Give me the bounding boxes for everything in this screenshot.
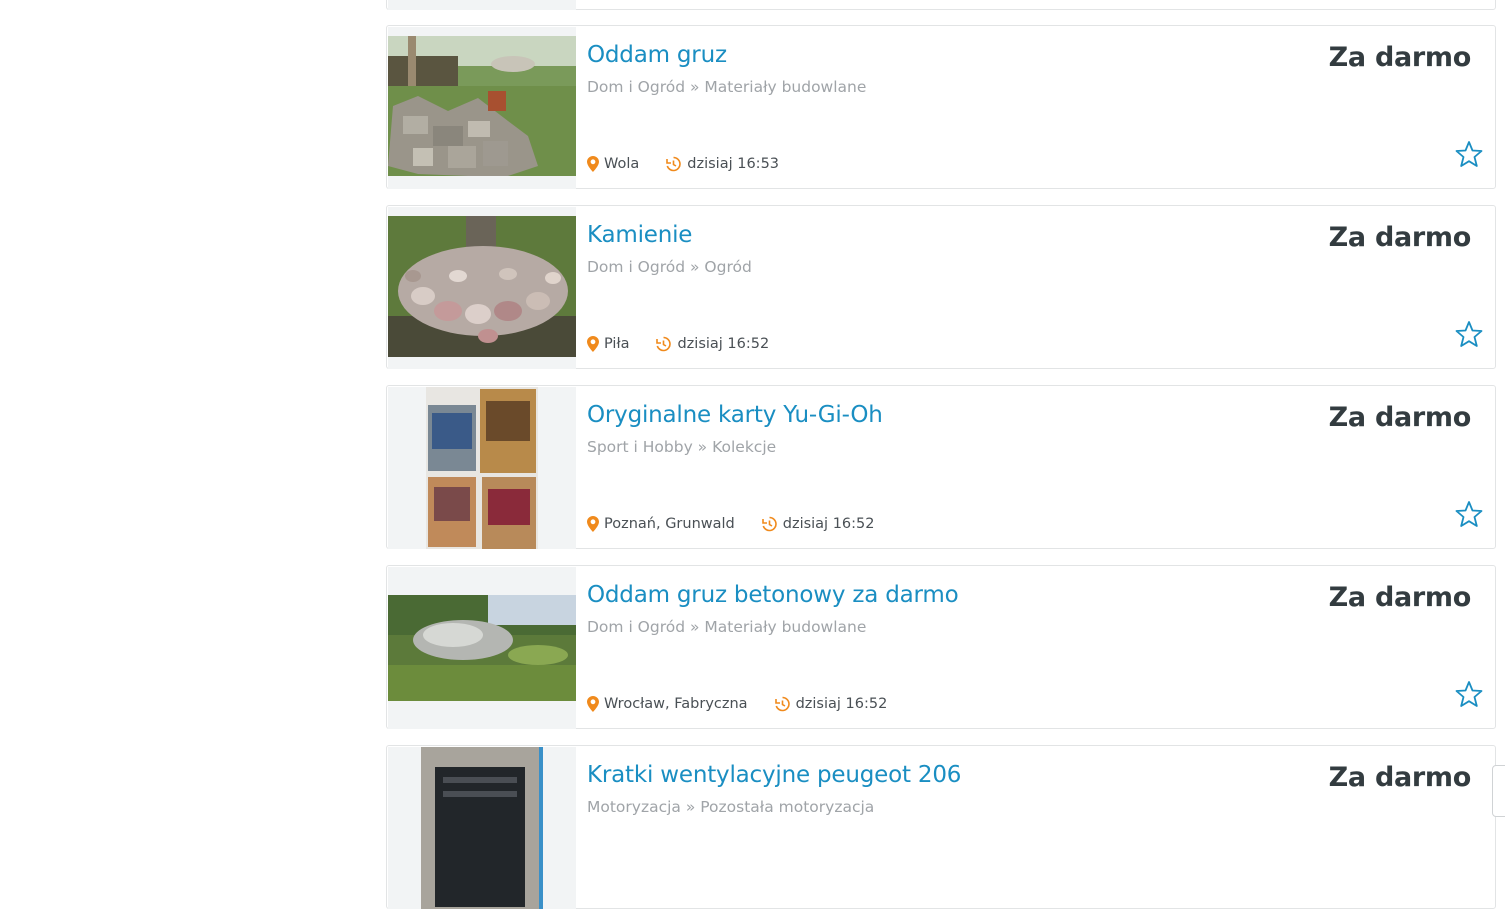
- trading-cards-photo: [426, 387, 538, 549]
- history-clock-icon: [774, 696, 790, 712]
- map-pin-icon: [587, 516, 599, 532]
- listing-meta: Piła dzisiaj 16:52: [587, 336, 769, 352]
- listing-card[interactable]: Oryginalne karty Yu-Gi-Oh Sport i Hobby …: [386, 385, 1496, 549]
- listing-thumbnail[interactable]: [388, 747, 576, 909]
- map-pin-icon: [587, 336, 599, 352]
- stones-around-tree-photo: [388, 216, 576, 357]
- listing-category: Dom i Ogród » Materiały budowlane: [587, 618, 867, 636]
- listing-price: Za darmo: [1328, 222, 1472, 253]
- listing-meta: Poznań, Grunwald dzisiaj 16:52: [587, 516, 875, 532]
- vent-grilles-photo: [421, 747, 543, 909]
- listing-category: Dom i Ogród » Materiały budowlane: [587, 78, 867, 96]
- history-clock-icon: [656, 336, 672, 352]
- listing-card[interactable]: Oddam gruz betonowy za darmo Dom i Ogród…: [386, 565, 1496, 729]
- listing-meta: Wrocław, Fabryczna dzisiaj 16:52: [587, 696, 887, 712]
- listing-time: dzisiaj 16:52: [782, 516, 875, 532]
- listing-title[interactable]: Oddam gruz betonowy za darmo: [587, 582, 959, 608]
- listing-category: Motoryzacja » Pozostała motoryzacja: [587, 798, 875, 816]
- rubble-in-grass-photo: [388, 36, 576, 176]
- listing-location: Piła: [604, 336, 630, 352]
- listing-title[interactable]: Kamienie: [587, 222, 692, 248]
- listing-time: dzisiaj 16:53: [687, 156, 780, 172]
- map-pin-icon: [587, 156, 599, 172]
- listing-card[interactable]: [386, 0, 1496, 10]
- star-outline-icon[interactable]: [1455, 140, 1483, 168]
- listing-thumbnail[interactable]: [388, 387, 576, 549]
- listing-time: dzisiaj 16:52: [795, 696, 888, 712]
- listing-card[interactable]: Kratki wentylacyjne peugeot 206 Motoryza…: [386, 745, 1496, 909]
- listing-thumbnail[interactable]: [388, 567, 576, 729]
- star-outline-icon[interactable]: [1455, 320, 1483, 348]
- listing-price: Za darmo: [1328, 582, 1472, 613]
- listing-card[interactable]: Oddam gruz Dom i Ogród » Materiały budow…: [386, 25, 1496, 189]
- history-clock-icon: [666, 156, 682, 172]
- listing-location: Wola: [604, 156, 640, 172]
- scroll-to-top-button[interactable]: [1492, 765, 1505, 817]
- listing-title[interactable]: Oddam gruz: [587, 42, 727, 68]
- star-outline-icon[interactable]: [1455, 500, 1483, 528]
- map-pin-icon: [587, 696, 599, 712]
- listing-thumbnail[interactable]: [388, 27, 576, 189]
- star-outline-icon[interactable]: [1455, 680, 1483, 708]
- listing-category: Dom i Ogród » Ogród: [587, 258, 752, 276]
- listing-time: dzisiaj 16:52: [677, 336, 770, 352]
- listing-meta: Wola dzisiaj 16:53: [587, 156, 779, 172]
- listing-price: Za darmo: [1328, 762, 1472, 793]
- listing-price: Za darmo: [1328, 402, 1472, 433]
- listing-category: Sport i Hobby » Kolekcje: [587, 438, 777, 456]
- listing-thumbnail[interactable]: [388, 0, 576, 10]
- listing-title[interactable]: Kratki wentylacyjne peugeot 206: [587, 762, 961, 788]
- listing-thumbnail[interactable]: [388, 207, 576, 369]
- listing-location: Poznań, Grunwald: [604, 516, 735, 532]
- listing-location: Wrocław, Fabryczna: [604, 696, 748, 712]
- listing-card[interactable]: Kamienie Dom i Ogród » Ogród Za darmo Pi…: [386, 205, 1496, 369]
- concrete-rubble-pile-photo: [388, 595, 576, 701]
- history-clock-icon: [761, 516, 777, 532]
- listing-title[interactable]: Oryginalne karty Yu-Gi-Oh: [587, 402, 883, 428]
- listing-price: Za darmo: [1328, 42, 1472, 73]
